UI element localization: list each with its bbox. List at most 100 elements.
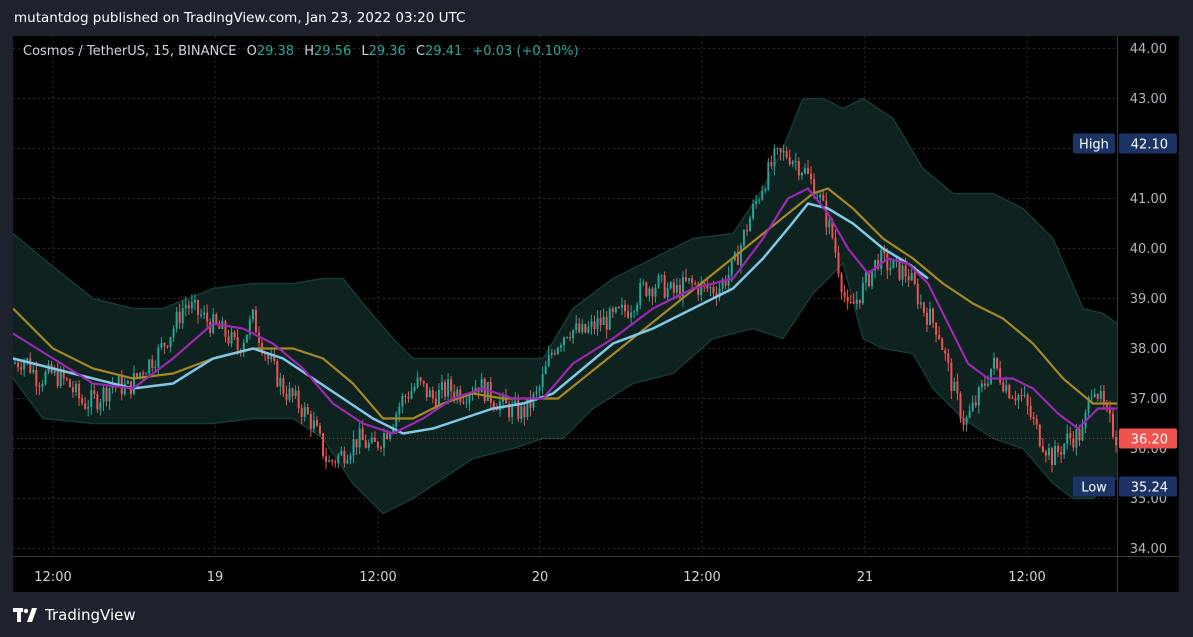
candle-up [889,268,892,271]
candle-up [312,420,315,429]
symbol-title[interactable]: Cosmos / TetherUS, 15, BINANCE [23,44,236,59]
high-price-label-value: 42.10 [1131,138,1168,153]
candle-down [1105,404,1108,408]
candle-down [300,408,303,417]
candle-up [398,406,401,414]
candle-up [587,326,590,333]
candle-down [999,368,1002,383]
candle-up [193,300,196,303]
high-price-label-name: High [1079,138,1109,153]
candle-down [898,259,901,280]
candle-down [297,390,300,409]
candle-up [767,161,770,190]
candle-up [340,450,343,456]
candle-down [788,157,791,165]
candle-up [803,168,806,174]
candle-up [288,388,291,400]
price-tick-label: 44.00 [1130,42,1167,57]
candle-up [590,321,593,327]
candle-up [270,356,273,359]
candle-up [410,390,413,399]
candle-down [974,402,977,406]
candle-up [279,378,282,387]
candle-up [773,148,776,167]
open-value: 29.38 [256,44,295,59]
candle-down [1078,428,1081,441]
symbol-legend: Cosmos / TetherUS, 15, BINANCE O29.38 H2… [23,44,579,59]
candle-up [1093,394,1096,397]
candle-up [538,387,541,391]
candle-down [422,381,425,384]
candle-down [907,276,910,281]
candle-down [84,403,87,409]
candle-up [1047,448,1050,456]
candle-up [800,173,803,176]
chart-canvas[interactable]: 44.0043.0042.0041.0040.0039.0038.0037.00… [13,36,1179,592]
candle-up [145,373,148,375]
candle-down [38,386,41,388]
candle-up [160,342,163,348]
candle-up [642,282,645,284]
candle-up [742,229,745,246]
candle-down [1014,398,1017,401]
candle-down [922,302,925,313]
candle-down [846,296,849,302]
candle-up [108,388,111,402]
candle-up [550,352,553,355]
candle-down [1011,398,1014,400]
candle-up [666,288,669,298]
candle-down [947,353,950,363]
candle-down [858,299,861,304]
tradingview-brand[interactable]: TradingView [13,606,136,624]
candle-down [29,358,32,373]
close-value: 29.41 [425,44,463,59]
candle-down [319,425,321,434]
candle-down [322,433,325,457]
candle-down [916,283,919,305]
candle-up [413,387,416,391]
candle-down [419,377,422,382]
candle-up [535,390,538,394]
candle-up [169,336,172,348]
candle-down [1096,394,1099,400]
candle-up [639,283,642,305]
candle-down [1029,405,1032,418]
candle-up [965,417,968,425]
candle-up [349,455,352,461]
time-tick-label: 12:00 [359,570,396,585]
candle-down [151,359,154,369]
candle-up [200,314,203,316]
candle-up [245,334,248,343]
candle-up [328,460,331,462]
candle-up [614,307,617,313]
candle-down [825,200,828,228]
candle-up [892,260,895,269]
candle-down [206,312,209,322]
candle-down [380,447,382,449]
candle-up [993,357,996,369]
candle-up [1017,395,1020,401]
candle-up [303,407,306,417]
candle-down [492,402,495,408]
candle-down [996,357,999,369]
candle-down [746,229,748,232]
candle-down [166,345,169,348]
candle-down [65,378,68,380]
candle-up [352,439,355,456]
candle-down [691,278,694,284]
candle-down [569,337,572,339]
candle-up [880,249,883,269]
candle-down [105,387,108,402]
candle-up [675,285,678,293]
candle-down [1041,446,1044,452]
low-value: 29.36 [368,44,406,59]
candle-up [520,406,523,420]
candle-up [575,323,578,330]
candle-down [334,461,337,463]
candle-down [276,360,279,387]
time-tick-label: 12:00 [683,570,720,585]
candle-down [685,277,687,281]
chart-frame[interactable]: 44.0043.0042.0041.0040.0039.0038.0037.00… [13,36,1179,592]
candle-up [953,381,956,391]
candle-up [871,270,874,287]
